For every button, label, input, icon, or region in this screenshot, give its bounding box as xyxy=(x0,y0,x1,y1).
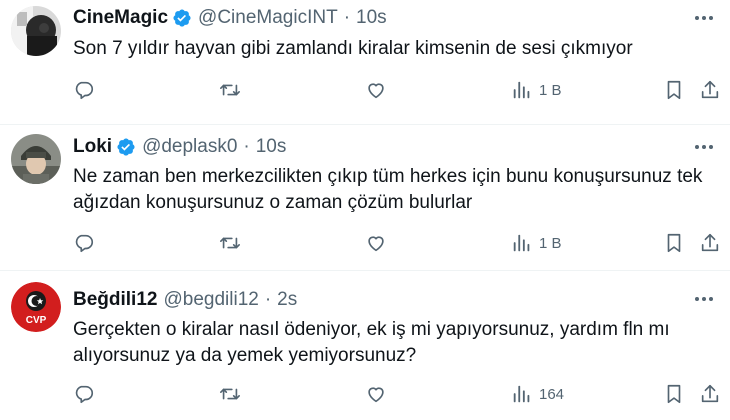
views-count: 1 B xyxy=(539,234,562,252)
tweet[interactable]: CineMagic @CineMagicINT · 10s Son 7 yıld… xyxy=(0,0,730,124)
views-count: 164 xyxy=(539,385,565,403)
like-button[interactable] xyxy=(365,382,387,406)
bookmark-icon xyxy=(667,233,681,253)
tweet-header: Loki @deplask0 · 10s xyxy=(73,135,286,159)
separator: · xyxy=(243,136,250,157)
reply-icon xyxy=(75,385,94,404)
display-name[interactable]: CineMagic xyxy=(73,7,168,29)
more-dots-icon[interactable] xyxy=(692,289,716,309)
retweet-button[interactable] xyxy=(219,382,241,406)
bookmark-icon xyxy=(667,384,681,404)
share-icon xyxy=(701,384,719,403)
reply-button[interactable] xyxy=(73,78,95,102)
avatar[interactable] xyxy=(11,6,61,56)
retweet-button[interactable] xyxy=(219,78,241,102)
share-button[interactable] xyxy=(699,382,721,406)
like-button[interactable] xyxy=(365,231,387,255)
retweet-icon xyxy=(220,237,240,249)
separator: · xyxy=(343,7,351,28)
tweet-header: Beğdili12 @begdili12 · 2s xyxy=(73,288,297,312)
bookmark-button[interactable] xyxy=(663,382,685,406)
timestamp[interactable]: 10s xyxy=(356,7,387,29)
more-dots-icon[interactable] xyxy=(692,8,716,28)
tweet-actions: 1 B xyxy=(73,78,723,102)
share-icon xyxy=(701,233,719,252)
user-handle[interactable]: @deplask0 xyxy=(142,136,237,158)
tweet-text: Son 7 yıldır hayvan gibi zamlandı kirala… xyxy=(73,38,633,59)
separator: · xyxy=(264,289,272,310)
views-bar-chart-icon xyxy=(513,234,530,252)
reply-icon xyxy=(75,234,94,253)
like-button[interactable] xyxy=(365,78,387,102)
tweet-actions: 164 xyxy=(73,382,723,406)
views-bar-chart-icon xyxy=(513,81,530,99)
reply-icon xyxy=(75,81,94,100)
heart-icon xyxy=(368,387,384,403)
more-dots-icon[interactable] xyxy=(692,137,716,157)
share-button[interactable] xyxy=(699,231,721,255)
reply-button[interactable] xyxy=(73,231,95,255)
share-icon xyxy=(701,80,719,99)
reply-button[interactable] xyxy=(73,382,95,406)
share-button[interactable] xyxy=(699,78,721,102)
retweet-button[interactable] xyxy=(219,231,241,255)
retweet-icon xyxy=(220,84,240,96)
avatar-image xyxy=(11,6,61,56)
views-button[interactable]: 164 xyxy=(511,382,564,406)
user-handle[interactable]: @CineMagicINT xyxy=(198,7,338,29)
verified-badge-icon[interactable] xyxy=(116,137,136,157)
heart-icon xyxy=(368,236,384,252)
display-name[interactable]: Beğdili12 xyxy=(73,289,157,311)
user-handle[interactable]: @begdili12 xyxy=(163,289,258,311)
views-bar-chart-icon xyxy=(513,385,530,403)
tweet[interactable]: CVP Beğdili12 @begdili12 · 2s Gerçekten … xyxy=(0,270,730,420)
retweet-icon xyxy=(220,388,240,400)
display-name[interactable]: Loki xyxy=(73,136,112,158)
tweet-header: CineMagic @CineMagicINT · 10s xyxy=(73,6,387,30)
avatar-label: CVP xyxy=(26,315,47,326)
timestamp[interactable]: 10s xyxy=(256,136,287,158)
timestamp[interactable]: 2s xyxy=(277,289,297,311)
heart-icon xyxy=(368,83,384,99)
tweet-actions: 1 B xyxy=(73,231,723,255)
avatar[interactable]: CVP xyxy=(11,282,61,332)
avatar-image xyxy=(11,134,61,184)
tweet[interactable]: Loki @deplask0 · 10s Ne zaman ben merkez… xyxy=(0,124,730,270)
avatar[interactable] xyxy=(11,134,61,184)
bookmark-icon xyxy=(667,80,681,100)
views-count: 1 B xyxy=(539,81,562,99)
views-button[interactable]: 1 B xyxy=(511,78,562,102)
verified-badge-icon[interactable] xyxy=(172,8,192,28)
avatar-image: CVP xyxy=(11,282,61,332)
bookmark-button[interactable] xyxy=(663,78,685,102)
tweet-text: Gerçekten o kiralar nasıl ödeniyor, ek i… xyxy=(73,319,670,366)
views-button[interactable]: 1 B xyxy=(511,231,562,255)
tweet-text: Ne zaman ben merkezcilikten çıkıp tüm he… xyxy=(73,166,703,213)
tweet-feed: CineMagic @CineMagicINT · 10s Son 7 yıld… xyxy=(0,0,730,420)
bookmark-button[interactable] xyxy=(663,231,685,255)
